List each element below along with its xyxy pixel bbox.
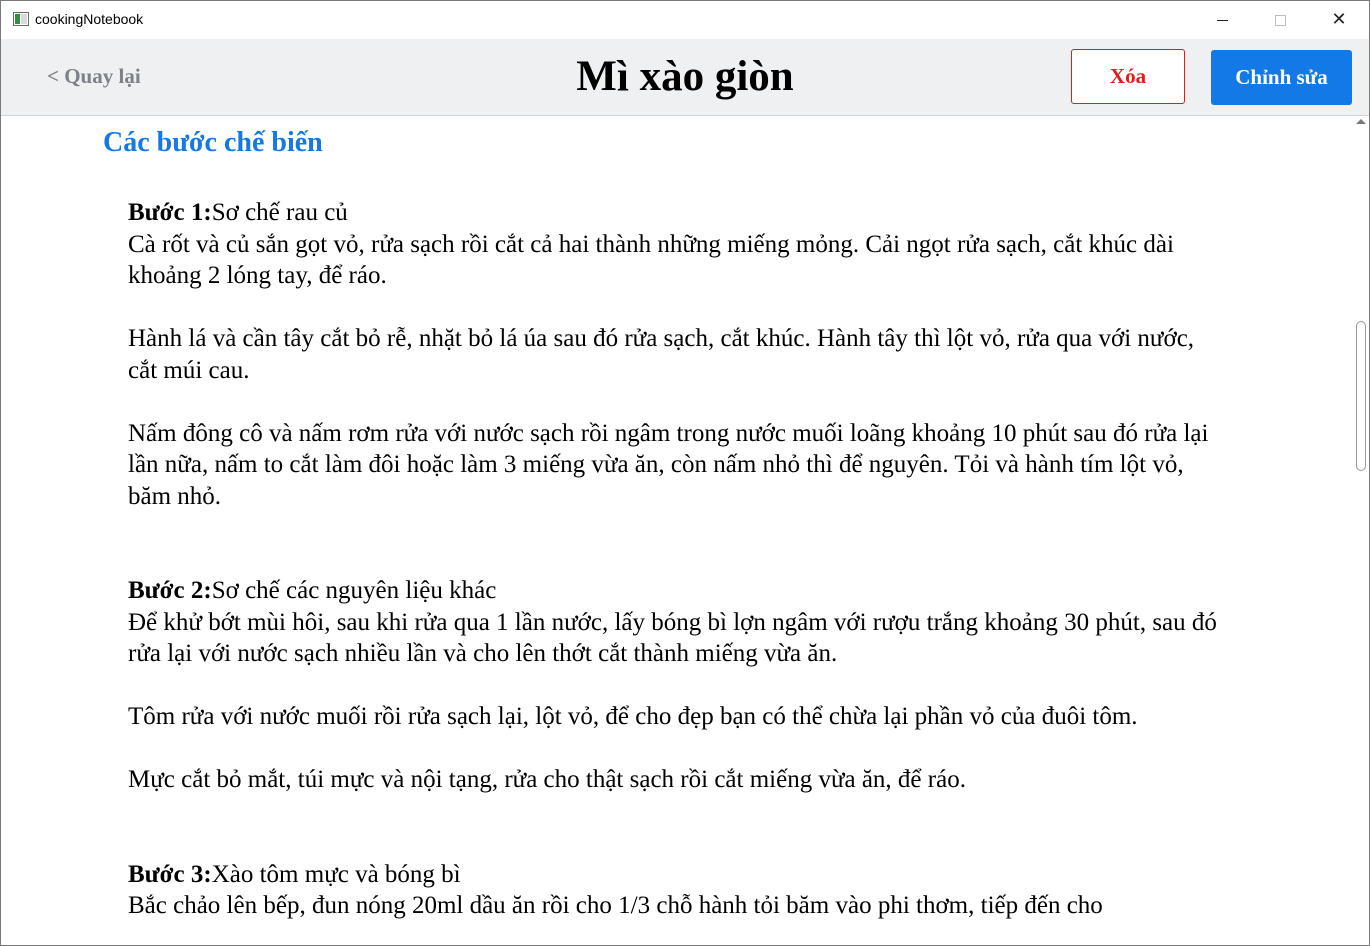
minimize-icon	[1216, 19, 1228, 21]
step-paragraph: Cà rốt và củ sắn gọt vỏ, rửa sạch rồi cắ…	[128, 230, 1174, 290]
step-paragraph: Nấm đông cô và nấm rơm rửa với nước sạch…	[128, 419, 1209, 510]
scrollbar-thumb[interactable]	[1356, 321, 1366, 471]
step-paragraph: Hành lá và cần tây cắt bỏ rễ, nhặt bỏ lá…	[128, 325, 1195, 384]
step-paragraph: Để khử bớt mùi hôi, sau khi rửa qua 1 lầ…	[128, 608, 1217, 668]
minimize-button[interactable]	[1193, 1, 1251, 39]
edit-button[interactable]: Chỉnh sửa	[1211, 50, 1352, 105]
step-label: Bước 1:	[128, 199, 212, 226]
step-label: Bước 2:	[128, 577, 212, 604]
step-2: Bước 2:Sơ chế các nguyên liệu khác Để kh…	[128, 575, 1228, 796]
vertical-scrollbar[interactable]	[1353, 117, 1369, 945]
header-toolbar: < Quay lại Mì xào giòn Xóa Chỉnh sửa	[1, 39, 1369, 116]
app-window: cookingNotebook ✕ < Quay lại Mì xào giòn…	[0, 0, 1370, 946]
step-paragraph: Bắc chảo lên bếp, đun nóng 20ml dầu ăn r…	[128, 892, 1103, 919]
maximize-icon	[1274, 14, 1286, 26]
step-3: Bước 3:Xào tôm mực và bóng bì Bắc chảo l…	[128, 859, 1228, 922]
steps-list: Bước 1:Sơ chế rau củ Cà rốt và củ sắn gọ…	[128, 197, 1228, 945]
step-heading: Bước 3:Xào tôm mực và bóng bì	[128, 859, 1228, 891]
step-label: Bước 3:	[128, 860, 212, 888]
close-button[interactable]: ✕	[1310, 1, 1368, 39]
step-name: Sơ chế các nguyên liệu khác	[211, 577, 497, 604]
app-icon	[13, 12, 29, 26]
recipe-content[interactable]: Các bước chế biến Bước 1:Sơ chế rau củ C…	[1, 117, 1353, 945]
step-heading: Bước 2:Sơ chế các nguyên liệu khác	[128, 575, 1228, 607]
step-name: Sơ chế rau củ	[211, 199, 348, 226]
close-icon: ✕	[1331, 9, 1347, 30]
back-button[interactable]: < Quay lại	[47, 64, 141, 89]
title-bar[interactable]: cookingNotebook ✕	[1, 1, 1369, 39]
step-paragraph: Mực cắt bỏ mắt, túi mực và nội tạng, rửa…	[128, 766, 966, 793]
scroll-up-icon[interactable]	[1356, 119, 1366, 124]
section-title: Các bước chế biến	[103, 127, 323, 158]
maximize-button[interactable]	[1251, 1, 1309, 39]
step-paragraph: Tôm rửa với nước muối rồi rửa sạch lại, …	[128, 703, 1138, 730]
step-heading: Bước 1:Sơ chế rau củ	[128, 197, 1228, 229]
window-title: cookingNotebook	[35, 11, 144, 27]
step-1: Bước 1:Sơ chế rau củ Cà rốt và củ sắn gọ…	[128, 197, 1228, 512]
step-name: Xào tôm mực và bóng bì	[211, 860, 461, 888]
delete-button[interactable]: Xóa	[1071, 49, 1185, 104]
